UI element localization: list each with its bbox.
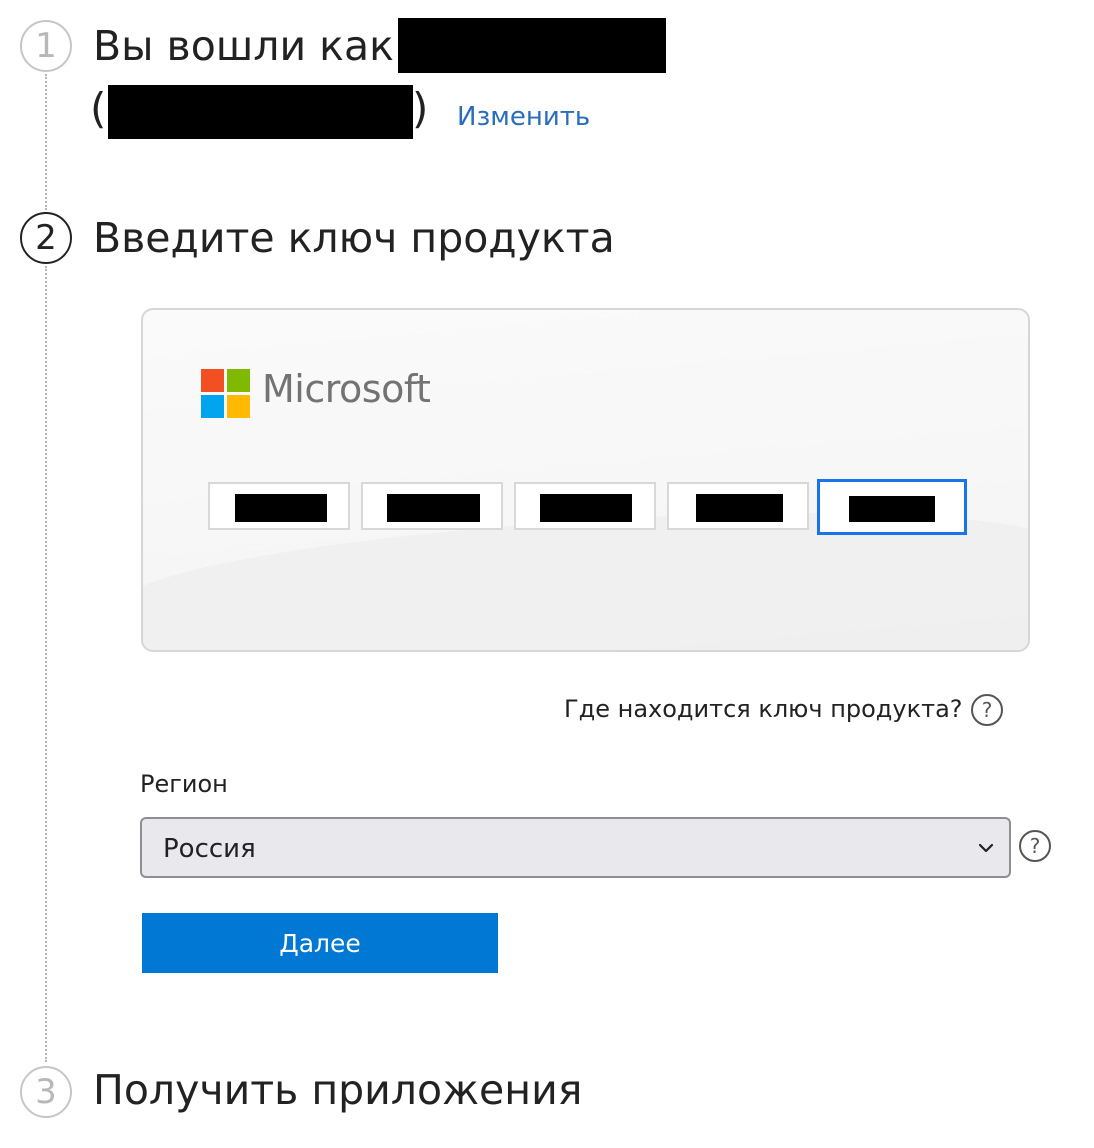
product-key-segment-3[interactable] bbox=[514, 482, 656, 530]
logo-red-square bbox=[201, 369, 224, 392]
logo-yellow-square bbox=[227, 395, 250, 418]
region-label: Регион bbox=[140, 770, 228, 798]
where-is-key-text[interactable]: Где находится ключ продукта? bbox=[564, 697, 963, 721]
step-1-title: Вы вошли как bbox=[93, 22, 394, 70]
email-paren-open: ( bbox=[90, 84, 107, 133]
logo-green-square bbox=[227, 369, 250, 392]
redacted-key-value bbox=[387, 494, 480, 522]
redacted-account-name bbox=[398, 18, 666, 73]
redacted-key-value bbox=[540, 494, 632, 522]
step-3-number: 3 bbox=[20, 1066, 72, 1118]
redacted-key-value bbox=[235, 494, 327, 522]
region-select[interactable]: Россия bbox=[140, 817, 1011, 878]
step-2-title: Введите ключ продукта bbox=[93, 214, 615, 262]
microsoft-logo-icon bbox=[201, 369, 250, 418]
chevron-down-icon bbox=[978, 843, 994, 853]
step-1-number: 1 bbox=[20, 20, 72, 72]
question-circle-icon[interactable]: ? bbox=[971, 694, 1003, 726]
region-selected-value: Россия bbox=[163, 834, 256, 864]
redacted-account-email bbox=[108, 85, 413, 139]
product-key-segment-1[interactable] bbox=[208, 482, 350, 530]
product-key-segment-4[interactable] bbox=[667, 482, 809, 530]
logo-blue-square bbox=[201, 395, 224, 418]
product-key-segment-2[interactable] bbox=[361, 482, 503, 530]
redacted-key-value bbox=[696, 494, 783, 522]
change-account-link[interactable]: Изменить bbox=[457, 102, 590, 132]
product-key-segment-5[interactable] bbox=[817, 479, 967, 535]
next-button[interactable]: Далее bbox=[142, 913, 498, 973]
redacted-key-value bbox=[849, 496, 935, 522]
step-3-title: Получить приложения bbox=[93, 1066, 583, 1114]
email-paren-close: ) bbox=[412, 84, 429, 133]
microsoft-wordmark: Microsoft bbox=[262, 367, 431, 411]
question-circle-icon[interactable]: ? bbox=[1019, 830, 1051, 862]
step-connector-line bbox=[45, 266, 47, 1062]
step-2-number: 2 bbox=[20, 212, 72, 264]
step-connector-line bbox=[45, 74, 47, 210]
